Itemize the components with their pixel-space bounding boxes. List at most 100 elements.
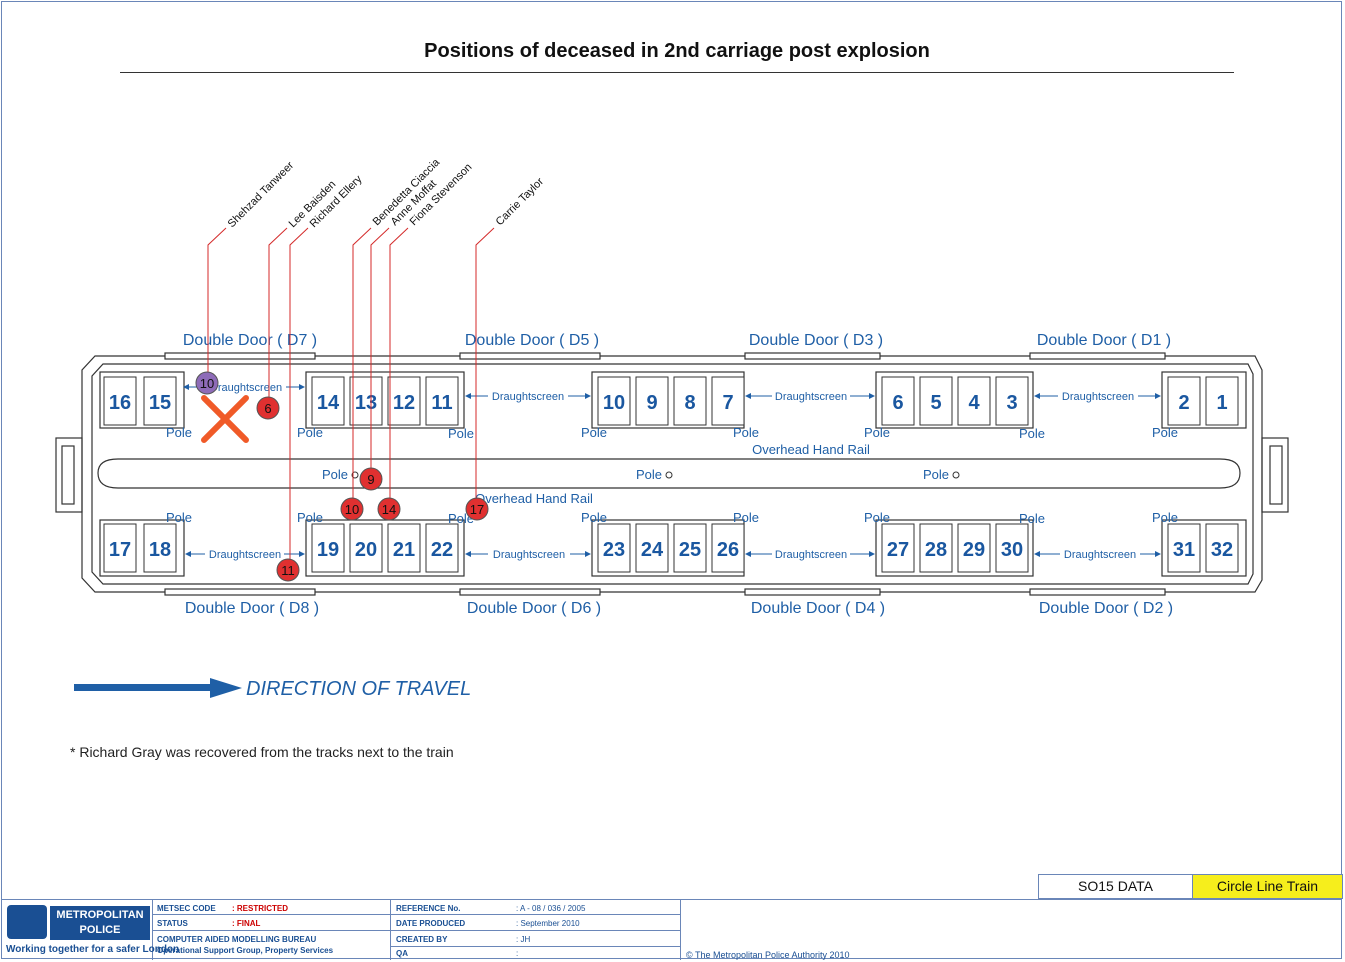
door-d1-label: Double Door ( D1 ): [1037, 332, 1171, 349]
seat-28: 28: [919, 523, 953, 573]
pole-label: Pole: [1152, 510, 1178, 525]
seat-22: 22: [425, 523, 459, 573]
pole-label: Pole: [923, 467, 949, 482]
draughtscreen-label: Draughtscreen: [1064, 549, 1136, 561]
seat-number: 27: [887, 539, 909, 561]
seat-15: 15: [143, 376, 177, 426]
seat-4: 4: [957, 376, 991, 426]
copyright: © The Metropolitan Police Authority 2010: [686, 950, 850, 960]
seat-number: 24: [641, 539, 664, 561]
pole-label: Pole: [297, 425, 323, 440]
seat-number: 14: [317, 392, 340, 414]
pole-label: Pole: [581, 510, 607, 525]
draughtscreen-label: Draughtscreen: [775, 391, 847, 403]
seat-1: 1: [1205, 376, 1239, 426]
victim-name: Shehzad Tanweer: [226, 159, 297, 230]
qa-label: QA: [396, 949, 408, 958]
victim-marker: 17: [465, 497, 489, 521]
logo-tagline: Working together for a safer London: [6, 944, 180, 955]
seat-18: 18: [143, 523, 177, 573]
seat-number: 2: [1178, 392, 1189, 414]
seat-27: 27: [881, 523, 915, 573]
group-label: Operational Support Group, Property Serv…: [157, 946, 334, 955]
victim-marker: 14: [377, 497, 401, 521]
pole-label: Pole: [733, 425, 759, 440]
victim-marker: 10: [340, 497, 364, 521]
seats-bottom-row: 17 18 19 20 21 22 23 24 25 26 27 28 29 30 31 32: [103, 523, 1239, 573]
seat-number: 6: [892, 392, 903, 414]
svg-text:17: 17: [470, 502, 484, 517]
date-value: : September 2010: [516, 919, 580, 928]
seat-24: 24: [635, 523, 669, 573]
seat-23: 23: [597, 523, 631, 573]
seat-19: 19: [311, 523, 345, 573]
so15-label: SO15 DATA: [1039, 875, 1193, 898]
seat-number: 7: [722, 392, 733, 414]
seat-31: 31: [1167, 523, 1201, 573]
pole-label: Pole: [636, 467, 662, 482]
draughtscreen-label: Draughtscreen: [493, 549, 565, 561]
door-d8-label: Double Door ( D8 ): [185, 600, 319, 617]
pole-label: Pole: [1019, 511, 1045, 526]
seat-32: 32: [1205, 523, 1239, 573]
seat-11: 11: [425, 376, 459, 426]
svg-text:10: 10: [200, 376, 214, 391]
draughtscreen-label: Draughtscreen: [1062, 391, 1134, 403]
pole-label: Pole: [166, 510, 192, 525]
police-crest-icon: [7, 905, 47, 939]
seat-number: 16: [109, 392, 131, 414]
direction-arrow-icon: [74, 678, 242, 698]
bureau-label: COMPUTER AIDED MODELLING BUREAU: [157, 935, 317, 944]
draughtscreen-label: Draughtscreen: [775, 549, 847, 561]
pole-label: Pole: [1019, 426, 1045, 441]
footnote: * Richard Gray was recovered from the tr…: [70, 744, 454, 760]
footer-info-block: METROPOLITAN POLICE Working together for…: [2, 899, 1342, 960]
seat-21: 21: [387, 523, 421, 573]
overhead-rail-label: Overhead Hand Rail: [475, 491, 593, 506]
pole-label: Pole: [733, 510, 759, 525]
pole-icon: [952, 471, 960, 479]
logo-line1: METROPOLITAN: [56, 909, 144, 921]
victim-marker: 6: [256, 396, 280, 420]
status-value: : FINAL: [232, 919, 261, 928]
divider: [680, 900, 681, 960]
seat-9: 9: [635, 376, 669, 426]
seat-13: 13: [349, 376, 383, 426]
carriage-diagram: 16 15 14 13 12 11 10 9 8 7 6 5 4 3 2 1 17 18 19 20 21 22 23 24…: [55, 156, 1289, 700]
seat-number: 4: [968, 392, 980, 414]
seat-number: 21: [393, 539, 415, 561]
seat-16: 16: [103, 376, 137, 426]
seat-14: 14: [311, 376, 345, 426]
reference-label: REFERENCE No.: [396, 904, 461, 913]
seat-number: 30: [1001, 539, 1023, 561]
door-d6-label: Double Door ( D6 ): [467, 600, 601, 617]
door-d3-label: Double Door ( D3 ): [749, 332, 883, 349]
seat-number: 31: [1173, 539, 1195, 561]
pole-label: Pole: [581, 425, 607, 440]
draughtscreen-label: Draughtscreen: [210, 382, 282, 394]
footer-tag-bar: SO15 DATA Circle Line Train: [1038, 874, 1343, 899]
seat-number: 9: [646, 392, 657, 414]
victim-marker: 10: [195, 371, 219, 395]
door-d4-label: Double Door ( D4 ): [751, 600, 885, 617]
seat-10: 10: [597, 376, 631, 426]
seat-number: 20: [355, 539, 377, 561]
seat-17: 17: [103, 523, 137, 573]
seat-number: 25: [679, 539, 701, 561]
pole-label: Pole: [864, 425, 890, 440]
seat-number: 19: [317, 539, 339, 561]
overhead-rail-label: Overhead Hand Rail: [752, 442, 870, 457]
seat-number: 12: [393, 392, 415, 414]
pole-label: Pole: [322, 467, 348, 482]
svg-text:10: 10: [345, 502, 359, 517]
seat-12: 12: [387, 376, 421, 426]
pole-label: Pole: [1152, 425, 1178, 440]
victim-marker: 11: [276, 558, 300, 582]
seat-number: 23: [603, 539, 625, 561]
seat-25: 25: [673, 523, 707, 573]
seat-number: 26: [717, 539, 739, 561]
seat-number: 29: [963, 539, 985, 561]
svg-text:14: 14: [382, 502, 396, 517]
seat-2: 2: [1167, 376, 1201, 426]
seat-number: 3: [1006, 392, 1017, 414]
